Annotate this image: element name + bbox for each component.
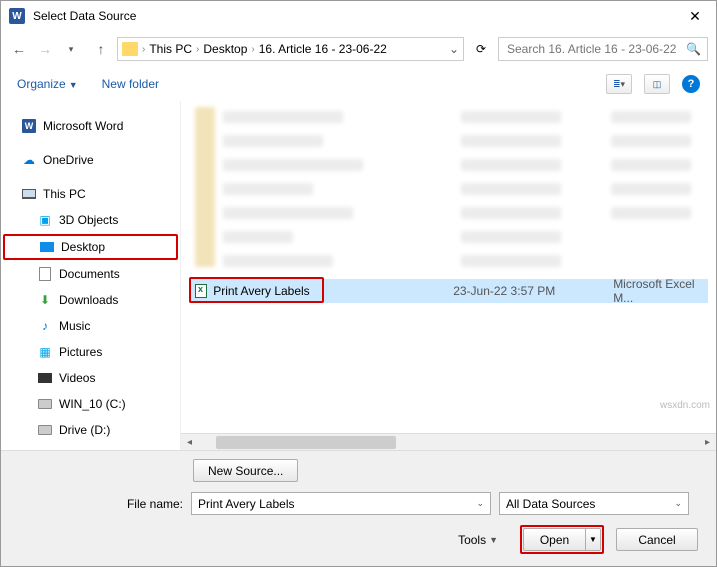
documents-icon (37, 266, 53, 282)
recent-dropdown[interactable]: ▾ (61, 39, 81, 59)
refresh-button[interactable]: ⟳ (470, 38, 492, 60)
horizontal-scrollbar[interactable]: ◂ ▸ (181, 433, 716, 450)
videos-icon (37, 370, 53, 386)
desktop-icon (39, 239, 55, 255)
sidebar-item-3dobjects[interactable]: ▣3D Objects (1, 207, 180, 233)
titlebar: W Select Data Source ✕ (1, 1, 716, 31)
pictures-icon: ▦ (37, 344, 53, 360)
search-box[interactable]: 🔍 (498, 37, 708, 61)
search-input[interactable] (505, 41, 680, 57)
chevron-right-icon: › (142, 44, 145, 55)
file-list-area: Print Avery Labels 23-Jun-22 3:57 PM Mic… (181, 101, 716, 450)
sidebar-item-drive-d[interactable]: Drive (D:) (1, 417, 180, 443)
open-split-button[interactable]: Open ▼ (523, 528, 601, 551)
sidebar-item-music[interactable]: ♪Music (1, 313, 180, 339)
select-data-source-dialog: W Select Data Source ✕ ← → ▾ ↑ › This PC… (0, 0, 717, 567)
search-icon: 🔍 (686, 42, 701, 56)
3d-icon: ▣ (37, 212, 53, 228)
folder-icon (122, 42, 138, 56)
close-button[interactable]: ✕ (682, 3, 708, 29)
filename-label: File name: (13, 497, 183, 511)
organize-menu[interactable]: Organize▼ (17, 77, 78, 91)
tools-menu[interactable]: Tools▼ (458, 533, 498, 547)
watermark: wsxdn.com (660, 400, 710, 411)
file-list[interactable]: Print Avery Labels 23-Jun-22 3:57 PM Mic… (181, 101, 716, 433)
navigation-tree: WMicrosoft Word ☁OneDrive This PC ▣3D Ob… (1, 101, 181, 450)
up-button[interactable]: ↑ (91, 39, 111, 59)
sidebar-item-downloads[interactable]: ⬇Downloads (1, 287, 180, 313)
back-button[interactable]: ← (9, 39, 29, 59)
excel-file-icon (195, 284, 207, 298)
pc-icon (21, 186, 37, 202)
breadcrumb-bar[interactable]: › This PC › Desktop › 16. Article 16 - 2… (117, 37, 464, 61)
chevron-down-icon: ⌄ (674, 498, 682, 509)
file-filter-combo[interactable]: All Data Sources ⌄ (499, 492, 689, 515)
scrollbar-thumb[interactable] (216, 436, 396, 449)
file-date: 23-Jun-22 3:57 PM (453, 284, 613, 298)
navigation-bar: ← → ▾ ↑ › This PC › Desktop › 16. Articl… (1, 31, 716, 67)
onedrive-icon: ☁ (21, 152, 37, 168)
sidebar-item-thispc[interactable]: This PC (1, 181, 180, 207)
drive-icon (37, 422, 53, 438)
cancel-button[interactable]: Cancel (616, 528, 698, 551)
music-icon: ♪ (37, 318, 53, 334)
filename-value: Print Avery Labels (198, 497, 295, 511)
breadcrumb-folder[interactable]: 16. Article 16 - 23-06-22 (259, 42, 387, 56)
breadcrumb-thispc[interactable]: This PC (149, 42, 192, 56)
word-app-icon: W (9, 8, 25, 24)
chevron-right-icon: › (251, 44, 254, 55)
sidebar-item-videos[interactable]: Videos (1, 365, 180, 391)
open-button-highlight: Open ▼ (520, 525, 604, 554)
sidebar-item-onedrive[interactable]: ☁OneDrive (1, 147, 180, 173)
dialog-title: Select Data Source (33, 9, 682, 23)
scroll-left-icon[interactable]: ◂ (181, 437, 198, 448)
new-source-button[interactable]: New Source... (193, 459, 298, 482)
sidebar-item-word[interactable]: WMicrosoft Word (1, 113, 180, 139)
new-folder-button[interactable]: New folder (102, 77, 159, 91)
chevron-right-icon: › (196, 44, 199, 55)
filename-combo[interactable]: Print Avery Labels ⌄ (191, 492, 491, 515)
sidebar-item-pictures[interactable]: ▦Pictures (1, 339, 180, 365)
forward-button[interactable]: → (35, 39, 55, 59)
help-button[interactable]: ? (682, 75, 700, 93)
preview-pane-button[interactable]: ◫ (644, 74, 670, 94)
sidebar-item-documents[interactable]: Documents (1, 261, 180, 287)
downloads-icon: ⬇ (37, 292, 53, 308)
sidebar-item-desktop[interactable]: Desktop (3, 234, 178, 260)
view-options-button[interactable]: ≣ ▾ (606, 74, 632, 94)
scroll-right-icon[interactable]: ▸ (699, 437, 716, 448)
breadcrumb-desktop[interactable]: Desktop (203, 42, 247, 56)
chevron-down-icon: ⌄ (476, 498, 484, 509)
filter-value: All Data Sources (506, 497, 595, 511)
open-button[interactable]: Open (523, 528, 585, 551)
breadcrumb-chevron[interactable]: ⌄ (449, 42, 459, 56)
selection-highlight (189, 277, 324, 303)
open-dropdown[interactable]: ▼ (585, 528, 601, 551)
file-row-selected[interactable]: Print Avery Labels 23-Jun-22 3:57 PM Mic… (189, 279, 708, 303)
drive-icon (37, 396, 53, 412)
dialog-footer: New Source... File name: Print Avery Lab… (1, 450, 716, 566)
file-type: Microsoft Excel M... (613, 277, 702, 305)
toolbar: Organize▼ New folder ≣ ▾ ◫ ? (1, 67, 716, 101)
sidebar-item-win10[interactable]: WIN_10 (C:) (1, 391, 180, 417)
main-area: WMicrosoft Word ☁OneDrive This PC ▣3D Ob… (1, 101, 716, 450)
